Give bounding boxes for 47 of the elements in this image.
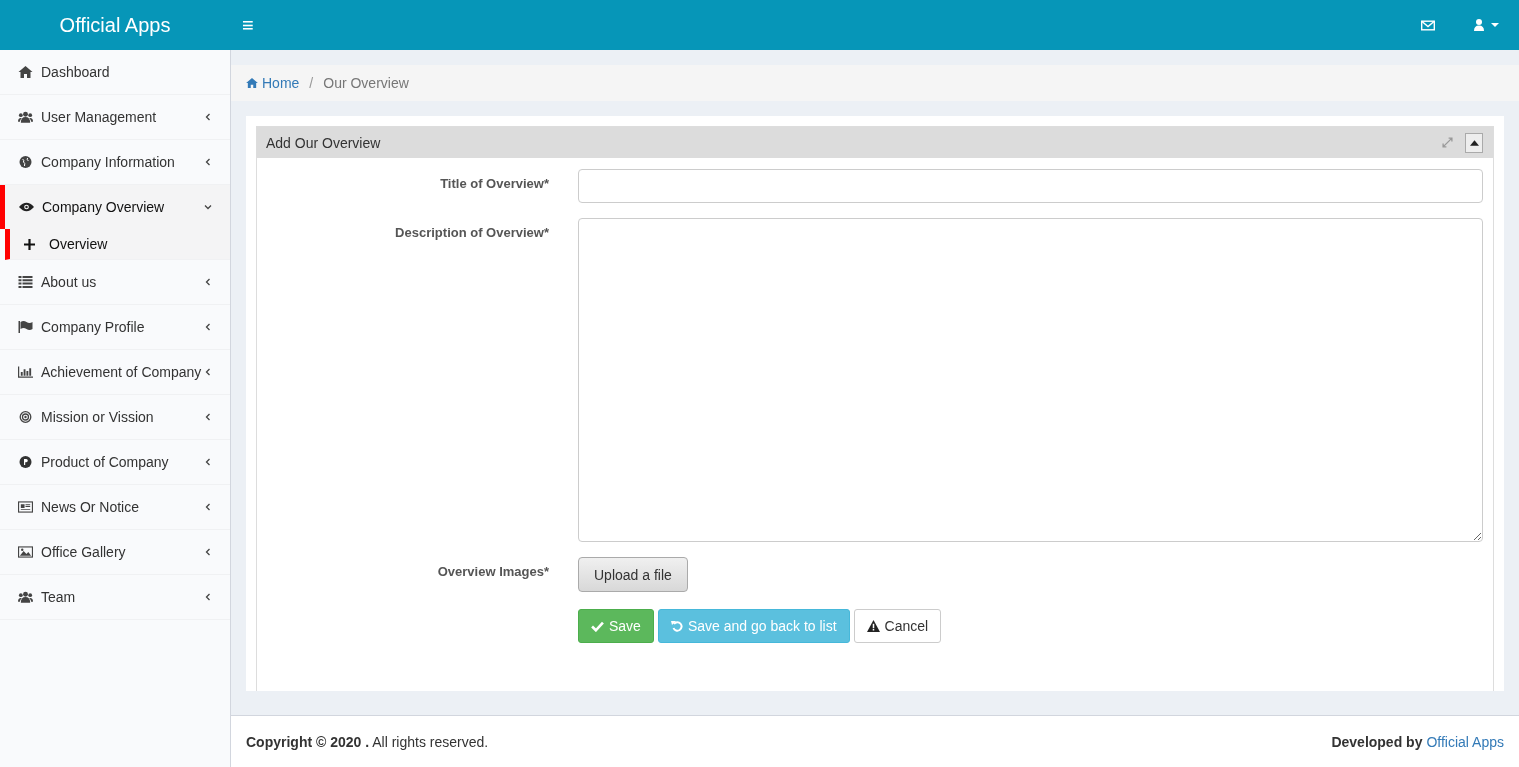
mail-icon[interactable] bbox=[1421, 19, 1435, 31]
sidebar-item[interactable]: Product of Company bbox=[0, 440, 230, 485]
sidebar-item[interactable]: Mission or Vission bbox=[0, 395, 230, 440]
breadcrumb-link[interactable]: Home bbox=[246, 75, 300, 91]
developer-credit: Developed by bbox=[1331, 733, 1423, 750]
flag-icon bbox=[18, 321, 33, 333]
sidebar-item[interactable]: Dashboard bbox=[0, 50, 230, 95]
undo-icon bbox=[670, 620, 683, 632]
upload-button[interactable]: Upload a file bbox=[578, 557, 688, 592]
users-icon bbox=[18, 591, 33, 603]
user-menu-icon[interactable] bbox=[1473, 19, 1501, 31]
sidebar-item[interactable]: Team bbox=[0, 575, 230, 620]
developer-link[interactable]: Official Apps bbox=[1426, 733, 1504, 750]
warning-icon bbox=[866, 620, 880, 632]
eye-icon bbox=[19, 201, 34, 213]
image-icon bbox=[18, 546, 33, 558]
sidebar-item[interactable]: User Management bbox=[0, 95, 230, 140]
sidebar-item[interactable]: Company Profile bbox=[0, 305, 230, 350]
home-icon bbox=[246, 78, 258, 88]
home-icon bbox=[18, 66, 33, 78]
plus-icon bbox=[24, 238, 35, 250]
target-icon bbox=[18, 411, 33, 423]
sidebar-item[interactable]: Company Overview bbox=[0, 185, 230, 229]
breadcrumb-current: Our Overview bbox=[323, 75, 409, 91]
globe-icon bbox=[18, 156, 33, 168]
sidebar-item[interactable]: About us bbox=[0, 260, 230, 305]
bar-chart-icon bbox=[18, 366, 33, 378]
breadcrumb-separator: / bbox=[309, 75, 314, 91]
copyright-text: Copyright © 2020 . All rights reserved. bbox=[246, 733, 489, 750]
cancel-button[interactable]: Cancel bbox=[853, 609, 942, 643]
p-circle-icon bbox=[18, 456, 33, 468]
checkmark-icon bbox=[591, 620, 604, 632]
collapse-button[interactable] bbox=[1465, 132, 1483, 153]
expand-icon[interactable] bbox=[1442, 137, 1453, 148]
field-label: Description of Overview* bbox=[394, 224, 549, 242]
sidebar-item[interactable]: News Or Notice bbox=[0, 485, 230, 530]
list-icon bbox=[18, 276, 33, 288]
newspaper-icon bbox=[18, 501, 33, 513]
panel-title: Add Our Overview bbox=[266, 134, 381, 151]
sidebar-item[interactable]: Office Gallery bbox=[0, 530, 230, 575]
triangle-up-icon bbox=[1469, 139, 1479, 146]
sidebar-item[interactable]: Achievement of Company bbox=[0, 350, 230, 395]
users-icon bbox=[18, 111, 33, 123]
sidebar-subitem[interactable]: Overview bbox=[5, 229, 230, 260]
field-label: Title of Overview* bbox=[439, 175, 549, 193]
title-input-field[interactable] bbox=[578, 169, 1483, 203]
field-label: Overview Images* bbox=[436, 563, 549, 581]
